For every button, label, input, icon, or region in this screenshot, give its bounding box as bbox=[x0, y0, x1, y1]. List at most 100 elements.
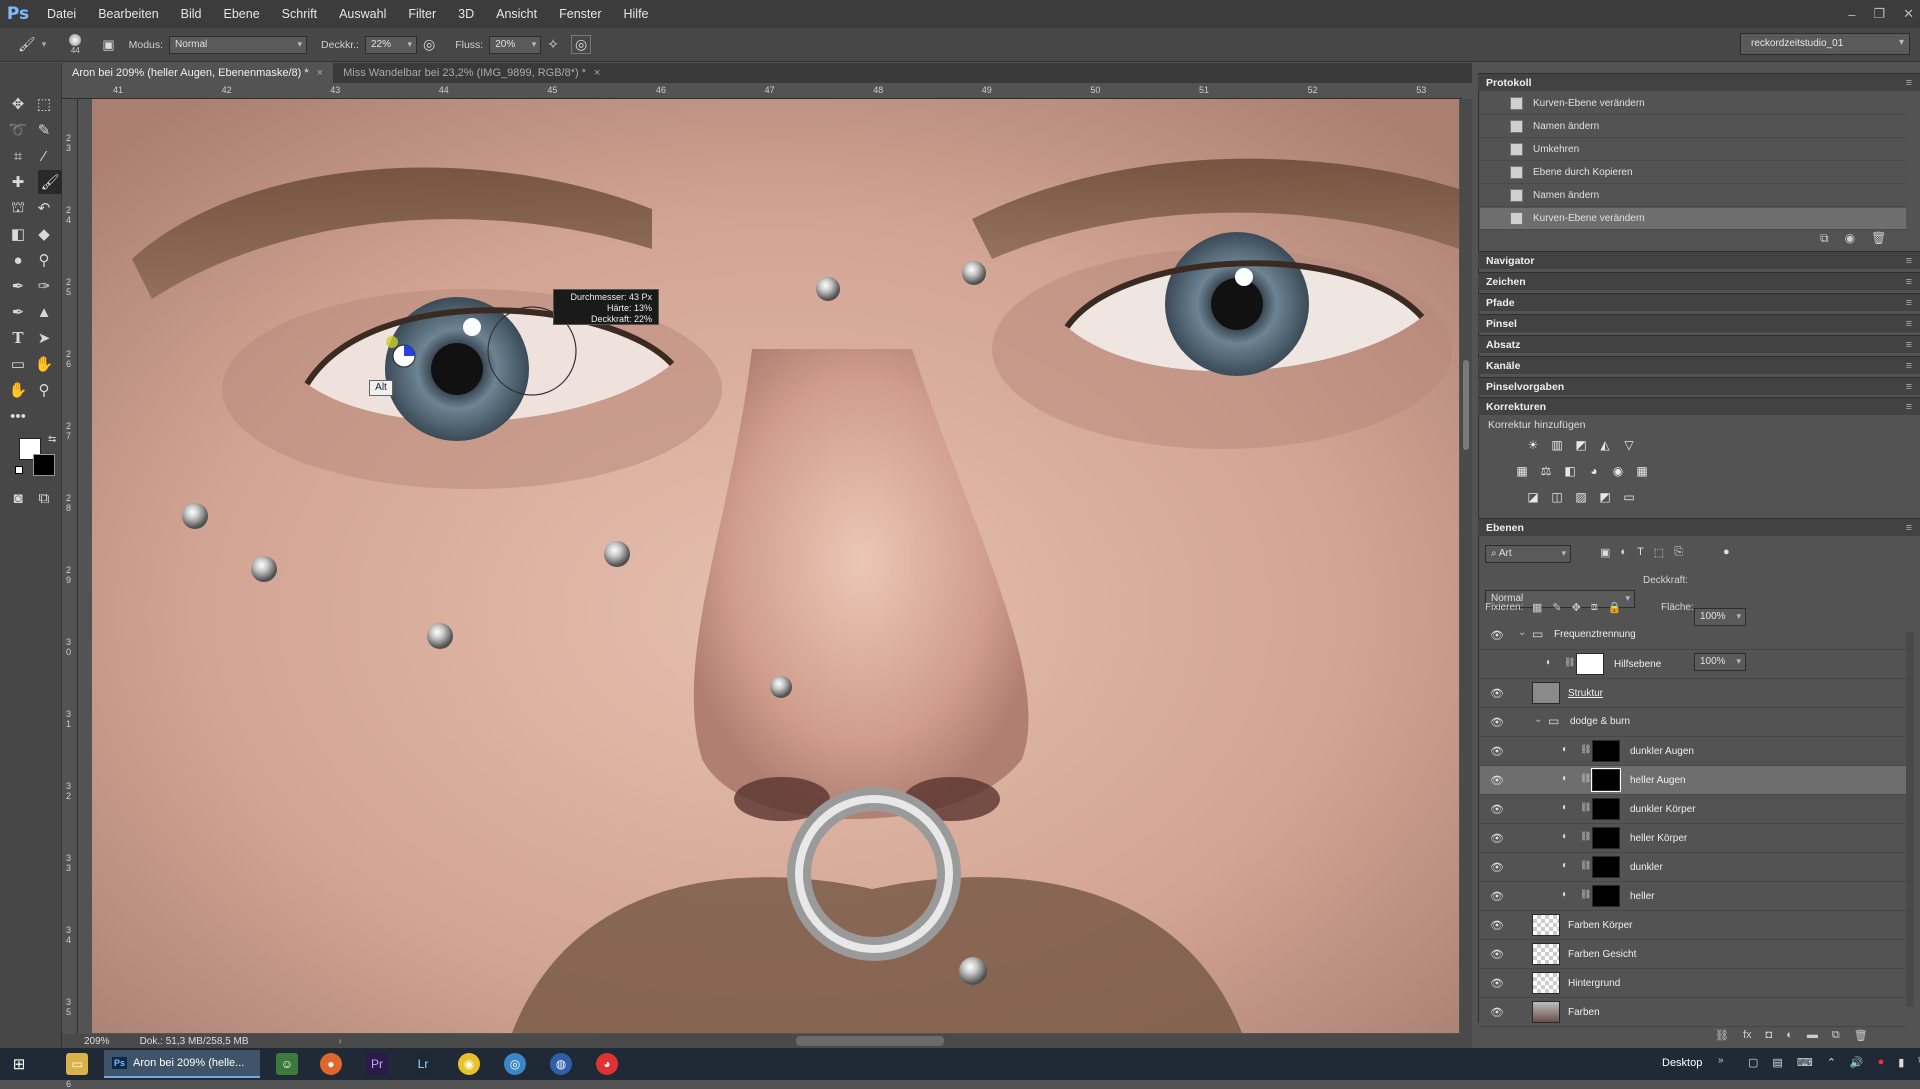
flow-select[interactable]: 20% bbox=[489, 35, 542, 54]
layer-row[interactable]: 👁 ◐ ⛓ heller bbox=[1480, 882, 1906, 911]
history-item[interactable]: Kurven-Ebene verändern bbox=[1480, 93, 1906, 115]
smart-object-filter-icon[interactable]: ⎘ bbox=[1674, 546, 1683, 559]
healing-brush-tool-icon[interactable]: ✚ bbox=[6, 170, 30, 194]
pixel-layer-filter-icon[interactable]: ▣ bbox=[1600, 546, 1610, 559]
visibility-eye-icon[interactable]: 👁 bbox=[1490, 861, 1504, 874]
vertical-scrollbar[interactable] bbox=[1460, 99, 1472, 1035]
layer-row[interactable]: 👁 ◐ ⛓ dunkler bbox=[1480, 853, 1906, 882]
mask-link-icon[interactable]: ⛓ bbox=[1580, 773, 1591, 784]
new-document-from-state-icon[interactable]: ⧉ bbox=[1820, 231, 1829, 246]
korrekturen-panel-header[interactable]: Korrekturen ≡ bbox=[1478, 397, 1920, 415]
layer-row[interactable]: 👁 ◐ ⛓ heller Augen bbox=[1480, 766, 1906, 795]
menu-bearbeiten[interactable]: Bearbeiten bbox=[87, 0, 169, 28]
lock-all-icon[interactable]: 🔒 bbox=[1608, 601, 1622, 614]
close-icon[interactable]: × bbox=[317, 67, 323, 79]
mask-link-icon[interactable]: ⛓ bbox=[1580, 860, 1591, 871]
panel-menu-icon[interactable]: ≡ bbox=[1906, 401, 1912, 413]
brush-tool-preset-icon[interactable]: 🖌 bbox=[18, 36, 36, 53]
keyboard-icon[interactable]: ⌨ bbox=[1797, 1056, 1813, 1069]
brush-panel-toggle-icon[interactable]: ▣ bbox=[102, 37, 114, 53]
panel-header-pinselvorgaben[interactable]: Pinselvorgaben ≡ bbox=[1478, 377, 1920, 395]
opacity-select[interactable]: 22% bbox=[364, 35, 417, 54]
layers-scrollbar[interactable] bbox=[1906, 632, 1914, 1007]
crop-tool-icon[interactable]: ⌗ bbox=[6, 144, 30, 168]
layer-thumbnail[interactable] bbox=[1532, 682, 1560, 704]
adjustment-layer-filter-icon[interactable]: ◐ bbox=[1620, 546, 1627, 559]
file-explorer-icon[interactable]: ▭ bbox=[66, 1053, 88, 1075]
history-item[interactable]: Umkehren bbox=[1480, 139, 1906, 161]
restore-icon[interactable]: ❐ bbox=[1873, 6, 1885, 22]
path-selection-tool-icon[interactable]: ▲ bbox=[32, 300, 56, 324]
vibrance-icon[interactable]: ▽ bbox=[1621, 438, 1637, 452]
gradient-map-icon[interactable]: ▭ bbox=[1621, 490, 1637, 504]
color-lookup-icon[interactable]: ▦ bbox=[1634, 464, 1650, 478]
rotate-view-tool-icon[interactable]: ✋ bbox=[6, 378, 30, 402]
ebenen-panel-header[interactable]: Ebenen ≡ bbox=[1478, 518, 1920, 536]
dodge-tool-icon[interactable]: ⚲ bbox=[32, 248, 56, 272]
layer-row[interactable]: 👁 ⌄ ▭ dodge & burn bbox=[1480, 708, 1906, 737]
tray-arrow-icon[interactable]: ⌃ bbox=[1827, 1056, 1836, 1069]
layer-mask-thumbnail[interactable] bbox=[1592, 740, 1620, 762]
mask-link-icon[interactable]: ⛓ bbox=[1580, 744, 1591, 755]
trash-icon[interactable]: 🗑 bbox=[1871, 231, 1886, 246]
firefox-icon[interactable]: ● bbox=[320, 1053, 342, 1075]
layer-thumbnail[interactable] bbox=[1532, 972, 1560, 994]
marquee-tool-icon[interactable]: ⬚ bbox=[32, 92, 56, 116]
black-white-icon[interactable]: ◧ bbox=[1562, 464, 1578, 478]
visibility-eye-icon[interactable]: 👁 bbox=[1490, 803, 1504, 816]
menu-schrift[interactable]: Schrift bbox=[271, 0, 328, 28]
layer-row[interactable]: 👁 Farben bbox=[1480, 998, 1906, 1027]
mask-link-icon[interactable]: ⛓ bbox=[1580, 802, 1591, 813]
panel-menu-icon[interactable]: ≡ bbox=[1906, 318, 1912, 330]
panel-menu-icon[interactable]: ≡ bbox=[1906, 276, 1912, 288]
protokoll-panel-header[interactable]: Protokoll ≡ bbox=[1478, 73, 1920, 91]
notification-icon[interactable]: ▢ bbox=[1748, 1056, 1758, 1069]
hand-tool-icon[interactable]: ✋ bbox=[32, 352, 56, 376]
document-canvas[interactable] bbox=[92, 99, 1459, 1033]
app-icon[interactable]: ◎ bbox=[504, 1053, 526, 1075]
app-icon[interactable]: ☺ bbox=[276, 1053, 298, 1075]
visibility-eye-icon[interactable]: 👁 bbox=[1490, 832, 1504, 845]
more-tools-icon[interactable]: ••• bbox=[6, 404, 30, 428]
new-adjustment-icon[interactable]: ◐ bbox=[1786, 1029, 1793, 1042]
layer-thumbnail[interactable] bbox=[1532, 943, 1560, 965]
new-layer-icon[interactable]: ⧉ bbox=[1832, 1029, 1840, 1042]
history-item[interactable]: Namen ändern bbox=[1480, 185, 1906, 207]
visibility-eye-icon[interactable]: 👁 bbox=[1490, 687, 1504, 700]
freeform-pen-tool-icon[interactable]: ✑ bbox=[32, 274, 56, 298]
windows-start-icon[interactable]: ⊞ bbox=[8, 1053, 30, 1075]
mode-select[interactable]: Normal bbox=[169, 35, 308, 54]
pressure-size-icon[interactable]: ◎ bbox=[570, 35, 592, 54]
clone-stamp-tool-icon[interactable]: ⛫ bbox=[6, 196, 30, 220]
menu-fenster[interactable]: Fenster bbox=[548, 0, 612, 28]
brush-size-picker[interactable]: 44 bbox=[62, 34, 88, 55]
brush-tool-icon[interactable]: 🖌 bbox=[38, 170, 62, 194]
layer-mask-thumbnail[interactable] bbox=[1592, 798, 1620, 820]
curves-icon[interactable]: ◩ bbox=[1573, 438, 1589, 452]
layer-thumbnail[interactable] bbox=[1532, 914, 1560, 936]
layer-mask-thumbnail[interactable] bbox=[1591, 768, 1621, 792]
move-tool-icon[interactable]: ✥ bbox=[6, 92, 30, 116]
network-icon[interactable]: ▤ bbox=[1772, 1056, 1782, 1069]
mask-link-icon[interactable]: ⛓ bbox=[1580, 831, 1591, 842]
visibility-eye-icon[interactable]: 👁 bbox=[1490, 745, 1504, 758]
swap-colors-icon[interactable]: ⇆ bbox=[48, 434, 56, 445]
layer-thumbnail[interactable] bbox=[1532, 1001, 1560, 1023]
type-layer-filter-icon[interactable]: T bbox=[1637, 546, 1644, 559]
desktop-toolbar-label[interactable]: Desktop bbox=[1662, 1057, 1702, 1069]
hue-saturation-icon[interactable]: ▦ bbox=[1514, 464, 1530, 478]
panel-header-pinsel[interactable]: Pinsel ≡ bbox=[1478, 314, 1920, 332]
color-balance-icon[interactable]: ⚖ bbox=[1538, 464, 1554, 478]
panel-header-navigator[interactable]: Navigator ≡ bbox=[1478, 251, 1920, 269]
levels-icon[interactable]: ▥ bbox=[1549, 438, 1565, 452]
menu-bild[interactable]: Bild bbox=[170, 0, 213, 28]
screen-mode-icon[interactable]: ⧉ bbox=[32, 486, 56, 510]
menu-filter[interactable]: Filter bbox=[397, 0, 447, 28]
menu-auswahl[interactable]: Auswahl bbox=[328, 0, 397, 28]
history-item[interactable]: Kurven-Ebene verändern bbox=[1480, 208, 1906, 230]
selective-color-icon[interactable]: ◩ bbox=[1597, 490, 1613, 504]
layer-row[interactable]: 👁 Hintergrund bbox=[1480, 969, 1906, 998]
lasso-tool-icon[interactable]: ➰ bbox=[6, 118, 30, 142]
add-mask-icon[interactable]: ◘ bbox=[1766, 1029, 1773, 1042]
chevron-down-icon[interactable]: ⌄ bbox=[1534, 714, 1542, 725]
